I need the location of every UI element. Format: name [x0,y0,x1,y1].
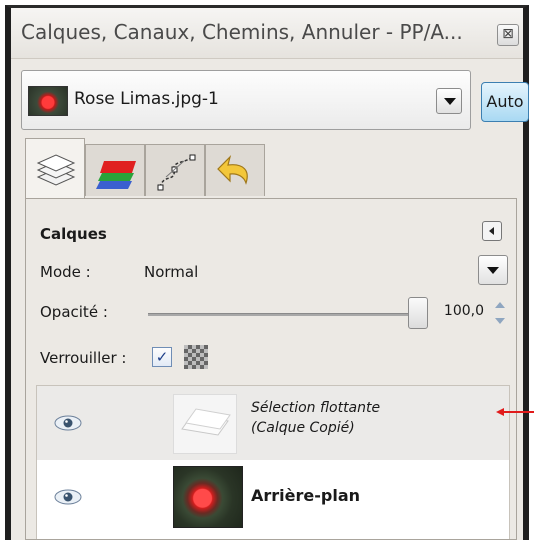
lock-label: Verrouiller : [40,349,127,367]
image-thumbnail [28,86,68,116]
auto-button[interactable]: Auto [481,82,529,122]
opacity-value[interactable]: 100,0 [444,303,484,319]
panel-menu-button[interactable] [482,221,502,241]
mode-label: Mode : [40,263,91,281]
lock-pixels-checkbox[interactable]: ✓ [152,347,172,367]
panel-title: Calques [40,225,107,243]
chevron-down-icon[interactable] [436,88,462,114]
layers-panel: Calques Mode : Normal Opacité : 100,0 Ve… [25,198,517,540]
layer-name[interactable]: Sélection flottante (Calque Copié) [251,398,380,438]
layer-name-line1: Sélection flottante [251,400,381,416]
eye-icon[interactable] [51,486,85,508]
layer-row[interactable]: Arrière-plan [37,460,509,534]
opacity-label: Opacité : [40,303,108,321]
layers-icon [36,154,76,186]
image-selector-bar: Rose Limas.jpg-1 Auto [21,70,529,130]
layers-dialog-window: Calques, Canaux, Chemins, Annuler - PP/A… [5,5,529,540]
window-title: Calques, Canaux, Chemins, Annuler - PP/A… [21,20,463,44]
tab-undo[interactable] [205,144,265,196]
undo-icon [217,155,248,185]
opacity-spin-arrows-icon[interactable] [494,299,506,327]
channels-icon [96,161,136,189]
image-name: Rose Limas.jpg-1 [74,89,219,109]
tab-channels[interactable] [85,144,145,196]
layer-name-line2: (Calque Copié) [251,420,355,436]
annotation-arrow-icon [496,408,534,416]
dock-tabs [25,138,285,198]
background-layer-thumbnail [173,466,243,528]
layers-list: Sélection flottante (Calque Copié) Arriè… [36,385,510,539]
paths-icon [157,154,196,191]
opacity-slider-track[interactable] [148,313,416,316]
title-bar[interactable]: Calques, Canaux, Chemins, Annuler - PP/A… [11,8,523,59]
lock-alpha-icon[interactable] [184,345,208,369]
close-button[interactable]: ⊠ [497,24,519,46]
floating-layer-icon [181,408,231,436]
image-selector-combo[interactable]: Rose Limas.jpg-1 [21,70,471,130]
mode-dropdown-button[interactable] [478,255,508,285]
tab-layers[interactable] [25,138,85,198]
layer-name[interactable]: Arrière-plan [251,486,360,505]
mode-value[interactable]: Normal [144,263,198,281]
layer-row[interactable]: Sélection flottante (Calque Copié) [37,386,509,460]
floating-selection-thumbnail [173,394,237,454]
opacity-slider-thumb[interactable] [408,297,428,329]
eye-icon[interactable] [51,412,85,434]
tab-paths[interactable] [145,144,205,196]
